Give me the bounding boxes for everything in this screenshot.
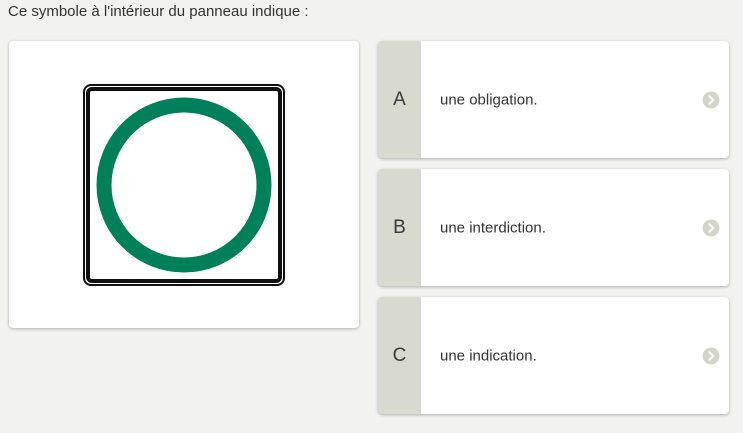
chevron-right-icon	[702, 219, 720, 236]
green-ring-sign-icon	[83, 84, 285, 286]
answer-letter: B	[393, 216, 406, 238]
answer-list: A une obligation. B une interdiction. C …	[378, 41, 729, 414]
sign-image-card	[9, 41, 359, 328]
answer-letter-box: C	[378, 297, 421, 414]
chevron-right-icon	[702, 347, 720, 364]
answer-letter: C	[392, 344, 407, 366]
answer-text: une obligation.	[440, 91, 538, 108]
question-text: Ce symbole à l'intérieur du panneau indi…	[8, 3, 309, 20]
answer-letter-box: B	[378, 169, 421, 286]
answer-letter-box: A	[378, 41, 421, 158]
chevron-right-icon	[702, 91, 720, 108]
answer-option-a[interactable]: A une obligation.	[378, 41, 729, 158]
answer-option-b[interactable]: B une interdiction.	[378, 169, 729, 286]
answer-text: une interdiction.	[440, 219, 546, 236]
answer-option-c[interactable]: C une indication.	[378, 297, 729, 414]
answer-text: une indication.	[440, 347, 537, 364]
answer-letter: A	[393, 88, 406, 110]
